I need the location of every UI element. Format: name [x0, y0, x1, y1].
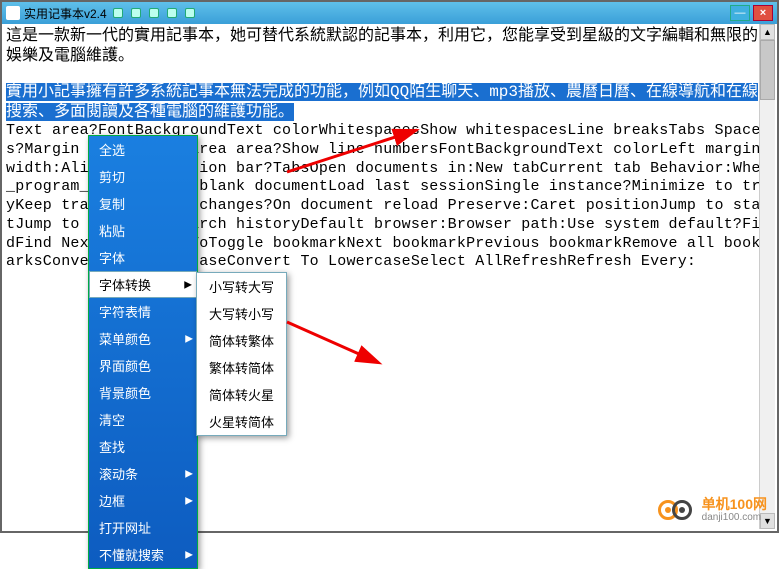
context-menu: 全选剪切复制粘贴字体字体转换▶小写转大写大写转小写简体转繁体繁体转简体简体转火星…	[88, 135, 198, 569]
menu-item-5[interactable]: 字体转换▶小写转大写大写转小写简体转繁体繁体转简体简体转火星火星转简体	[89, 271, 197, 298]
submenu-item-1[interactable]: 大写转小写	[197, 300, 286, 327]
menu-item-3[interactable]: 粘贴	[89, 217, 197, 244]
submenu-arrow-icon: ▶	[185, 495, 193, 506]
menu-item-13[interactable]: 边框▶	[89, 487, 197, 514]
menu-item-4[interactable]: 字体	[89, 244, 197, 271]
vertical-scrollbar[interactable]: ▲ ▼	[759, 24, 775, 529]
dot-icon	[149, 8, 159, 18]
dot-icon	[167, 8, 177, 18]
close-button[interactable]: ×	[753, 5, 773, 21]
menu-item-1[interactable]: 剪切	[89, 163, 197, 190]
title-bar: 实用记事本v2.4 — ×	[2, 2, 777, 24]
submenu-item-3[interactable]: 繁体转简体	[197, 354, 286, 381]
dot-icon	[131, 8, 141, 18]
app-icon	[6, 6, 20, 20]
minimize-button[interactable]: —	[730, 5, 750, 21]
submenu-item-4[interactable]: 简体转火星	[197, 381, 286, 408]
watermark-line2: danji100.com	[702, 512, 767, 523]
window-title: 实用记事本v2.4	[24, 5, 107, 22]
menu-item-7[interactable]: 菜单颜色▶	[89, 325, 197, 352]
red-arrow-2	[277, 312, 397, 372]
menu-item-14[interactable]: 打开网址	[89, 514, 197, 541]
submenu-item-0[interactable]: 小写转大写	[197, 273, 286, 300]
submenu-arrow-icon: ▶	[184, 279, 192, 290]
watermark-logo-icon	[658, 498, 696, 522]
submenu-item-5[interactable]: 火星转简体	[197, 408, 286, 435]
dot-icon	[113, 8, 123, 18]
menu-item-2[interactable]: 复制	[89, 190, 197, 217]
window-buttons: — ×	[730, 5, 773, 21]
menu-item-12[interactable]: 滚动条▶	[89, 460, 197, 487]
submenu-font-convert: 小写转大写大写转小写简体转繁体繁体转简体简体转火星火星转简体	[196, 272, 287, 436]
scroll-up-button[interactable]: ▲	[760, 24, 775, 40]
submenu-arrow-icon: ▶	[185, 549, 193, 560]
menu-item-15[interactable]: 不懂就搜索▶	[89, 541, 197, 568]
menu-item-9[interactable]: 背景颜色	[89, 379, 197, 406]
title-decorations	[113, 8, 730, 18]
submenu-arrow-icon: ▶	[185, 333, 193, 344]
menu-item-11[interactable]: 查找	[89, 433, 197, 460]
selected-text: 實用小記事擁有許多系統記事本無法完成的功能，例如QQ陌生聊天、mp3播放、農曆日…	[6, 83, 758, 121]
watermark: 单机100网 danji100.com	[658, 497, 767, 523]
menu-item-0[interactable]: 全选	[89, 136, 197, 163]
submenu-arrow-icon: ▶	[185, 468, 193, 479]
menu-item-8[interactable]: 界面颜色	[89, 352, 197, 379]
intro-paragraph-1: 這是一款新一代的實用記事本，她可替代系統默認的記事本，利用它，您能享受到星級的文…	[6, 26, 773, 66]
watermark-line1: 单机100网	[702, 497, 767, 512]
submenu-item-2[interactable]: 简体转繁体	[197, 327, 286, 354]
dot-icon	[185, 8, 195, 18]
scroll-thumb[interactable]	[760, 40, 775, 100]
watermark-text: 单机100网 danji100.com	[702, 497, 767, 523]
menu-item-10[interactable]: 清空	[89, 406, 197, 433]
menu-item-6[interactable]: 字符表情	[89, 298, 197, 325]
